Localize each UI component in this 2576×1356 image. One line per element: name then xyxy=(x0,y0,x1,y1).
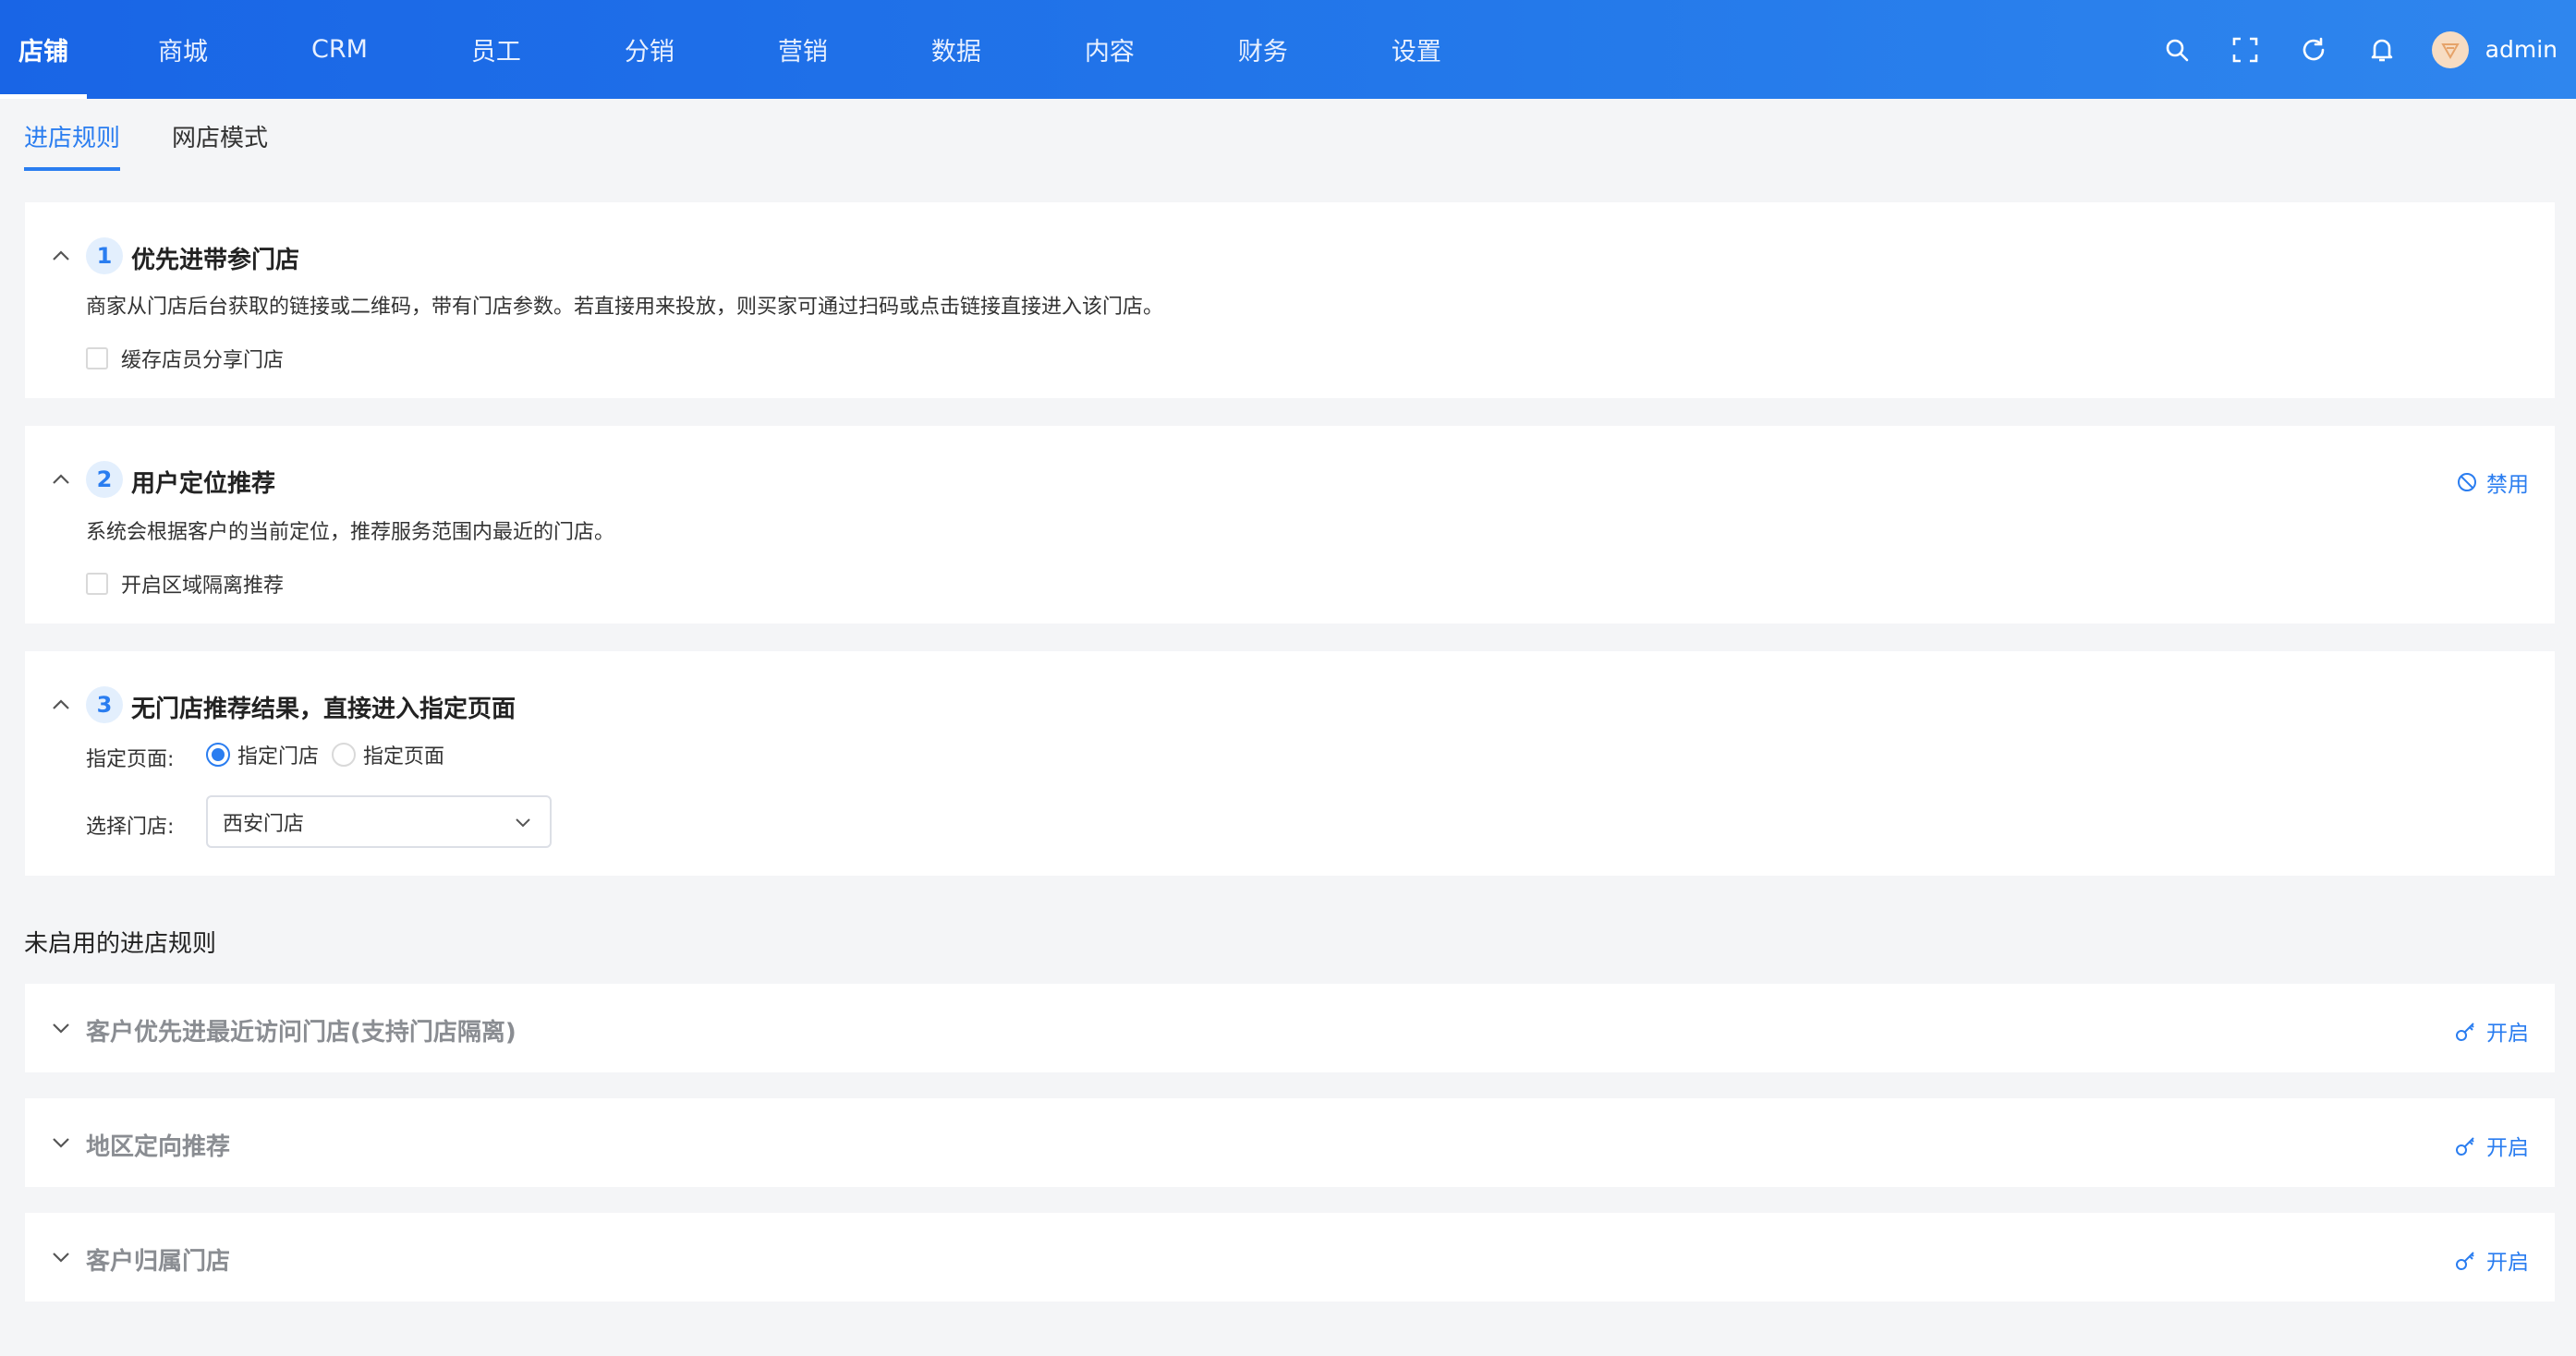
tab-online-store-mode[interactable]: 网店模式 xyxy=(172,99,268,171)
nav-item-finance[interactable]: 财务 xyxy=(1220,0,1306,99)
radio-label: 指定门店 xyxy=(237,745,320,769)
subtabs: 进店规则 网店模式 xyxy=(24,99,320,171)
rule-title: 优先进带参门店 xyxy=(131,247,300,274)
nav-item-distribution[interactable]: 分销 xyxy=(606,0,693,99)
rule-title: 无门店推荐结果，直接进入指定页面 xyxy=(131,696,516,723)
chevron-down-icon[interactable] xyxy=(49,1016,73,1040)
disabled-rule-card-2: 地区定向推荐 开启 xyxy=(25,1098,2555,1187)
radio-page[interactable] xyxy=(332,743,357,767)
bell-icon[interactable] xyxy=(2363,31,2400,68)
disabled-rules-section-title: 未启用的进店规则 xyxy=(24,930,217,958)
rule-card-3: 3 无门店推荐结果，直接进入指定页面 指定页面: 指定门店 指定页面 选择门店:… xyxy=(25,651,2555,876)
cache-staff-share-checkbox[interactable] xyxy=(86,347,108,369)
disable-label: 禁用 xyxy=(2486,473,2529,497)
nav-item-mall[interactable]: 商城 xyxy=(140,0,226,99)
disabled-rule-card-3: 客户归属门店 开启 xyxy=(25,1213,2555,1302)
rule-card-1: 1 优先进带参门店 商家从门店后台获取的链接或二维码，带有门店参数。若直接用来投… xyxy=(25,202,2555,398)
rule-title: 客户优先进最近访问门店(支持门店隔离) xyxy=(86,1019,516,1047)
radio-option-page[interactable]: 指定页面 xyxy=(332,740,444,769)
rule-number-badge: 1 xyxy=(86,237,123,274)
disabled-rule-card-1: 客户优先进最近访问门店(支持门店隔离) 开启 xyxy=(25,984,2555,1072)
nav-item-content[interactable]: 内容 xyxy=(1066,0,1153,99)
radio-option-store[interactable]: 指定门店 xyxy=(206,740,319,769)
top-navigation-bar: 店铺 商城 CRM 员工 分销 营销 数据 内容 财务 设置 admin xyxy=(0,0,2576,99)
rule-title: 客户归属门店 xyxy=(86,1248,231,1276)
rule-description: 商家从门店后台获取的链接或二维码，带有门店参数。若直接用来投放，则买家可通过扫码… xyxy=(86,296,1164,319)
radio-store[interactable] xyxy=(206,743,230,767)
radio-label: 指定页面 xyxy=(363,745,445,769)
search-icon[interactable] xyxy=(2158,31,2195,68)
enable-label: 开启 xyxy=(2486,1022,2529,1046)
checkbox-label: 缓存店员分享门店 xyxy=(121,349,285,372)
nav-item-data[interactable]: 数据 xyxy=(913,0,1000,99)
cache-staff-share-checkbox-row[interactable]: 缓存店员分享门店 xyxy=(86,344,284,373)
nav-item-marketing[interactable]: 营销 xyxy=(759,0,846,99)
page-type-radio-group: 指定门店 指定页面 xyxy=(206,740,457,769)
chevron-down-icon[interactable] xyxy=(49,1131,73,1155)
chevron-up-icon[interactable] xyxy=(49,244,73,268)
enable-button[interactable]: 开启 xyxy=(2455,1015,2529,1047)
rule-number-badge: 3 xyxy=(86,686,123,723)
refresh-icon[interactable] xyxy=(2295,31,2332,68)
enable-button[interactable]: 开启 xyxy=(2455,1244,2529,1276)
store-select-value: 西安门店 xyxy=(223,812,305,836)
key-icon xyxy=(2456,1252,2474,1270)
enable-label: 开启 xyxy=(2486,1251,2529,1275)
enable-button[interactable]: 开启 xyxy=(2455,1130,2529,1161)
page-type-label: 指定页面: xyxy=(86,748,175,771)
nav-item-settings[interactable]: 设置 xyxy=(1373,0,1460,99)
username[interactable]: admin xyxy=(2485,36,2558,63)
main-nav: 店铺 商城 CRM 员工 分销 营销 数据 内容 财务 设置 xyxy=(0,0,1526,99)
rule-description: 系统会根据客户的当前定位，推荐服务范围内最近的门店。 xyxy=(86,521,615,544)
checkbox-label: 开启区域隔离推荐 xyxy=(121,575,285,598)
store-select[interactable]: 西安门店 xyxy=(206,795,552,848)
avatar[interactable] xyxy=(2431,30,2469,68)
key-icon xyxy=(2456,1137,2474,1156)
chevron-down-icon xyxy=(516,818,530,828)
disable-button[interactable]: 禁用 xyxy=(2457,466,2529,498)
fullscreen-icon[interactable] xyxy=(2227,31,2264,68)
nav-item-staff[interactable]: 员工 xyxy=(453,0,540,99)
chevron-up-icon[interactable] xyxy=(49,467,73,491)
region-isolation-checkbox-row[interactable]: 开启区域隔离推荐 xyxy=(86,569,284,599)
rule-card-2: 2 用户定位推荐 禁用 系统会根据客户的当前定位，推荐服务范围内最近的门店。 开… xyxy=(25,426,2555,624)
rule-number-badge: 2 xyxy=(86,461,123,498)
chevron-down-icon[interactable] xyxy=(49,1245,73,1269)
chevron-up-icon[interactable] xyxy=(49,693,73,717)
enable-label: 开启 xyxy=(2486,1136,2529,1160)
select-store-label: 选择门店: xyxy=(86,816,175,839)
ban-icon xyxy=(2458,473,2476,491)
nav-item-crm[interactable]: CRM xyxy=(293,0,386,99)
key-icon xyxy=(2456,1023,2474,1041)
topbar-actions: admin xyxy=(2127,0,2558,99)
nav-item-store[interactable]: 店铺 xyxy=(0,0,87,99)
rule-title: 用户定位推荐 xyxy=(131,470,276,498)
tab-store-entry-rules[interactable]: 进店规则 xyxy=(24,99,121,171)
rule-title: 地区定向推荐 xyxy=(86,1133,231,1161)
region-isolation-checkbox[interactable] xyxy=(86,573,108,595)
